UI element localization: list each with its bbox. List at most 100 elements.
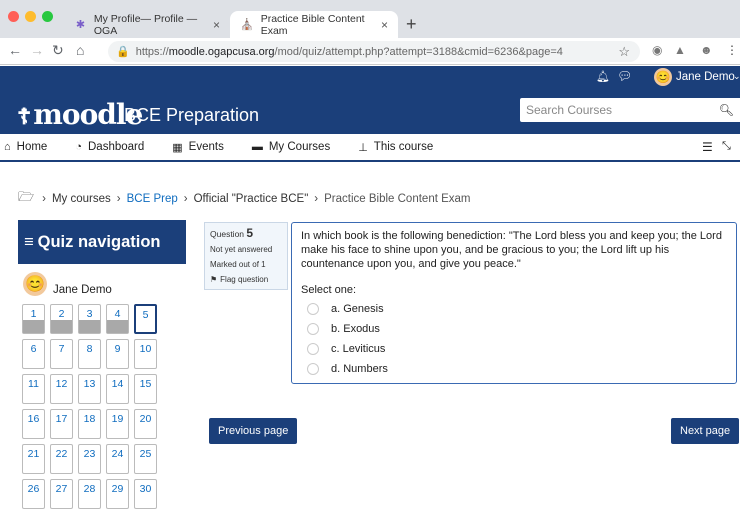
- user-avatar[interactable]: 😊: [654, 68, 672, 86]
- quiz-nav-button-30[interactable]: 30: [134, 479, 157, 509]
- quiz-nav-button-19[interactable]: 19: [106, 409, 129, 439]
- quiz-nav-button-15[interactable]: 15: [134, 374, 157, 404]
- quiz-nav-button-29[interactable]: 29: [106, 479, 129, 509]
- forward-icon[interactable]: →: [30, 42, 44, 58]
- quiz-nav-button-10[interactable]: 10: [134, 339, 157, 369]
- quiz-nav-number: 12: [55, 378, 68, 390]
- messages-icon[interactable]: 💬︎: [617, 69, 632, 83]
- extension-drive-icon[interactable]: ▲: [674, 43, 686, 57]
- quiz-nav-number: 27: [55, 483, 68, 495]
- main-navbar: ⌂ Home ◔ Dashboard ▦ Events ▬ My Courses ⊥ Th…: [0, 134, 740, 162]
- search-courses-input[interactable]: Search Courses 🔍︎: [520, 98, 740, 122]
- quiz-nav-button-26[interactable]: 26: [22, 479, 45, 509]
- nav-item-dashboard[interactable]: ◔ Dashboard: [75, 141, 144, 153]
- radio-button[interactable]: [307, 303, 319, 315]
- option-label[interactable]: d. Numbers: [331, 362, 388, 376]
- close-tab-icon[interactable]: ×: [381, 18, 388, 32]
- profile-avatar-icon[interactable]: ☻: [700, 43, 713, 57]
- radio-button[interactable]: [307, 343, 319, 355]
- quiz-nav-button-14[interactable]: 14: [106, 374, 129, 404]
- search-placeholder: Search Courses: [526, 103, 613, 117]
- answer-option-b[interactable]: b. Exodus: [301, 319, 727, 339]
- breadcrumb-bce-prep[interactable]: BCE Prep: [127, 193, 178, 205]
- quiz-nav-button-12[interactable]: 12: [50, 374, 73, 404]
- nav-item-my-courses[interactable]: ▬ My Courses: [252, 141, 330, 153]
- quiz-nav-button-3[interactable]: 3: [78, 304, 101, 334]
- new-tab-icon[interactable]: +: [406, 14, 417, 35]
- option-label[interactable]: c. Leviticus: [331, 342, 385, 356]
- quiz-nav-button-17[interactable]: 17: [50, 409, 73, 439]
- quiz-nav-number: 20: [139, 413, 152, 425]
- nav-item-this-course[interactable]: ⊥ This course: [358, 141, 433, 154]
- back-icon[interactable]: ←: [8, 42, 22, 58]
- quiz-nav-button-9[interactable]: 9: [106, 339, 129, 369]
- flag-label: Flag question: [220, 275, 269, 284]
- quiz-nav-button-24[interactable]: 24: [106, 444, 129, 474]
- quiz-nav-number: 16: [27, 413, 40, 425]
- quiz-user: 😊 Jane Demo: [23, 272, 112, 296]
- quiz-nav-button-1[interactable]: 1: [22, 304, 45, 334]
- flag-question-button[interactable]: ⚑ Flag question: [210, 272, 282, 287]
- quiz-nav-button-21[interactable]: 21: [22, 444, 45, 474]
- question-state: Not yet answered: [210, 245, 273, 254]
- answer-option-a[interactable]: a. Genesis: [301, 299, 727, 319]
- quiz-nav-button-20[interactable]: 20: [134, 409, 157, 439]
- quiz-nav-number: 29: [111, 483, 124, 495]
- site-title[interactable]: BCE Preparation: [124, 105, 259, 126]
- extension-icon[interactable]: ◉: [652, 43, 662, 57]
- nav-label: Events: [188, 141, 224, 153]
- breadcrumb-official-practice[interactable]: Official "Practice BCE": [194, 193, 309, 205]
- reload-icon[interactable]: ↻: [52, 42, 64, 59]
- home-browser-icon[interactable]: ⌂: [76, 42, 84, 58]
- quiz-nav-button-28[interactable]: 28: [78, 479, 101, 509]
- url-field[interactable]: 🔒 https://moodle.ogapcusa.org/mod/quiz/a…: [108, 41, 640, 62]
- notifications-bell-icon[interactable]: 🔔︎: [596, 70, 610, 83]
- quiz-nav-button-4[interactable]: 4: [106, 304, 129, 334]
- maximize-window-icon[interactable]: [42, 11, 53, 22]
- browser-tab-exam[interactable]: ⛪ Practice Bible Content Exam ×: [230, 11, 398, 38]
- question-label: Question: [210, 229, 245, 239]
- answer-option-d[interactable]: d. Numbers: [301, 359, 727, 379]
- avatar: 😊: [23, 272, 47, 296]
- answered-indicator: [51, 320, 72, 333]
- quiz-nav-button-7[interactable]: 7: [50, 339, 73, 369]
- quiz-nav-button-2[interactable]: 2: [50, 304, 73, 334]
- tab-favicon-icon: ✱: [75, 18, 86, 31]
- quiz-nav-button-27[interactable]: 27: [50, 479, 73, 509]
- user-menu-name[interactable]: Jane Demo: [676, 71, 735, 83]
- quiz-nav-button-16[interactable]: 16: [22, 409, 45, 439]
- nav-item-events[interactable]: ▦ Events: [172, 141, 224, 154]
- answer-option-c[interactable]: c. Leviticus: [301, 339, 727, 359]
- quiz-nav-button-18[interactable]: 18: [78, 409, 101, 439]
- option-label[interactable]: a. Genesis: [331, 302, 384, 316]
- quiz-nav-button-8[interactable]: 8: [78, 339, 101, 369]
- quiz-nav-button-6[interactable]: 6: [22, 339, 45, 369]
- bookmark-star-icon[interactable]: ☆: [618, 44, 630, 60]
- quiz-nav-button-11[interactable]: 11: [22, 374, 45, 404]
- search-icon[interactable]: 🔍︎: [719, 103, 734, 117]
- folder-icon[interactable]: 🗁︎: [18, 188, 34, 210]
- quiz-nav-button-22[interactable]: 22: [50, 444, 73, 474]
- radio-button[interactable]: [307, 323, 319, 335]
- quiz-nav-button-23[interactable]: 23: [78, 444, 101, 474]
- browser-tab-profile[interactable]: ✱ My Profile— Profile — OGA ×: [64, 11, 230, 38]
- quiz-nav-button-25[interactable]: 25: [134, 444, 157, 474]
- minimize-window-icon[interactable]: [25, 11, 36, 22]
- quiz-user-name: Jane Demo: [53, 284, 112, 296]
- quiz-nav-number: 21: [27, 448, 40, 460]
- close-tab-icon[interactable]: ×: [213, 18, 220, 32]
- collapse-block-icon[interactable]: ☰: [702, 140, 713, 154]
- fullscreen-icon[interactable]: ⤡: [722, 140, 731, 153]
- breadcrumb-my-courses[interactable]: My courses: [52, 193, 111, 205]
- nav-item-home[interactable]: ⌂ Home: [4, 141, 47, 153]
- menu-kebab-icon[interactable]: ⋮: [726, 43, 738, 57]
- radio-button[interactable]: [307, 363, 319, 375]
- quiz-nav-button-13[interactable]: 13: [78, 374, 101, 404]
- quiz-navigation-header[interactable]: ≡ Quiz navigation: [18, 220, 186, 264]
- chevron-down-icon[interactable]: ⌄: [733, 71, 740, 82]
- previous-page-button[interactable]: Previous page: [209, 418, 298, 444]
- option-label[interactable]: b. Exodus: [331, 322, 380, 336]
- close-window-icon[interactable]: [8, 11, 19, 22]
- next-page-button[interactable]: Next page: [671, 418, 740, 444]
- quiz-nav-button-5[interactable]: 5: [134, 304, 157, 334]
